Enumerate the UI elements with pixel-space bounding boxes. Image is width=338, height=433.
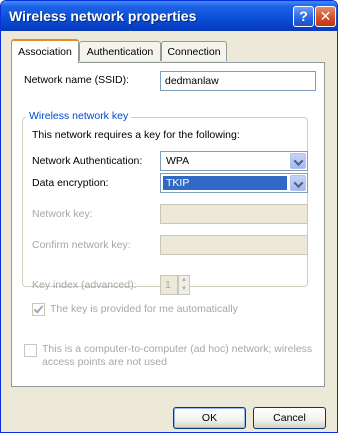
chevron-down-icon[interactable]: [290, 153, 306, 169]
wireless-key-group: [22, 117, 308, 287]
confirm-key-label: Confirm network key:: [32, 239, 131, 251]
network-auth-value: WPA: [166, 155, 190, 167]
network-auth-label: Network Authentication:: [32, 155, 143, 167]
checkmark-icon: [33, 303, 44, 314]
tab-connection[interactable]: Connection: [161, 41, 227, 61]
data-encryption-label: Data encryption:: [32, 177, 109, 189]
data-encryption-select[interactable]: TKIP: [160, 173, 308, 193]
auto-key-label: The key is provided for me automatically: [50, 303, 238, 315]
confirm-key-input[interactable]: [160, 235, 308, 255]
ssid-label: Network name (SSID):: [24, 74, 130, 86]
tab-authentication[interactable]: Authentication: [79, 41, 161, 61]
window-title: Wireless network properties: [9, 8, 197, 24]
key-required-text: This network requires a key for the foll…: [32, 129, 240, 141]
auto-key-checkbox[interactable]: [32, 303, 45, 316]
wireless-key-group-title: Wireless network key: [26, 110, 132, 122]
key-index-input[interactable]: 1: [160, 275, 178, 295]
title-bar[interactable]: Wireless network properties ? ✕: [1, 1, 337, 31]
ssid-input[interactable]: dedmanlaw: [160, 71, 316, 91]
key-index-spinner[interactable]: ▲ ▼: [178, 275, 190, 295]
spin-down-icon[interactable]: ▼: [179, 285, 189, 294]
help-icon[interactable]: ?: [293, 6, 314, 27]
key-index-label: Key index (advanced):: [32, 279, 137, 291]
network-key-input[interactable]: [160, 204, 308, 224]
dialog-body: Association Authentication Connection Ne…: [1, 31, 337, 432]
chevron-down-icon[interactable]: [290, 175, 306, 191]
adhoc-label-line2: access points are not used: [42, 356, 167, 368]
spin-up-icon[interactable]: ▲: [179, 276, 189, 285]
wireless-properties-dialog: Wireless network properties ? ✕ Associat…: [0, 0, 338, 433]
cancel-button[interactable]: Cancel: [253, 407, 326, 429]
network-auth-select[interactable]: WPA: [160, 151, 308, 171]
data-encryption-value: TKIP: [163, 176, 287, 190]
adhoc-label-line1: This is a computer-to-computer (ad hoc) …: [42, 343, 313, 355]
adhoc-checkbox[interactable]: [24, 344, 37, 357]
ok-button[interactable]: OK: [173, 407, 246, 429]
association-panel: Network name (SSID): dedmanlaw Wireless …: [11, 62, 325, 387]
tab-association[interactable]: Association: [11, 39, 79, 63]
close-icon[interactable]: ✕: [315, 6, 336, 27]
network-key-label: Network key:: [32, 208, 93, 220]
